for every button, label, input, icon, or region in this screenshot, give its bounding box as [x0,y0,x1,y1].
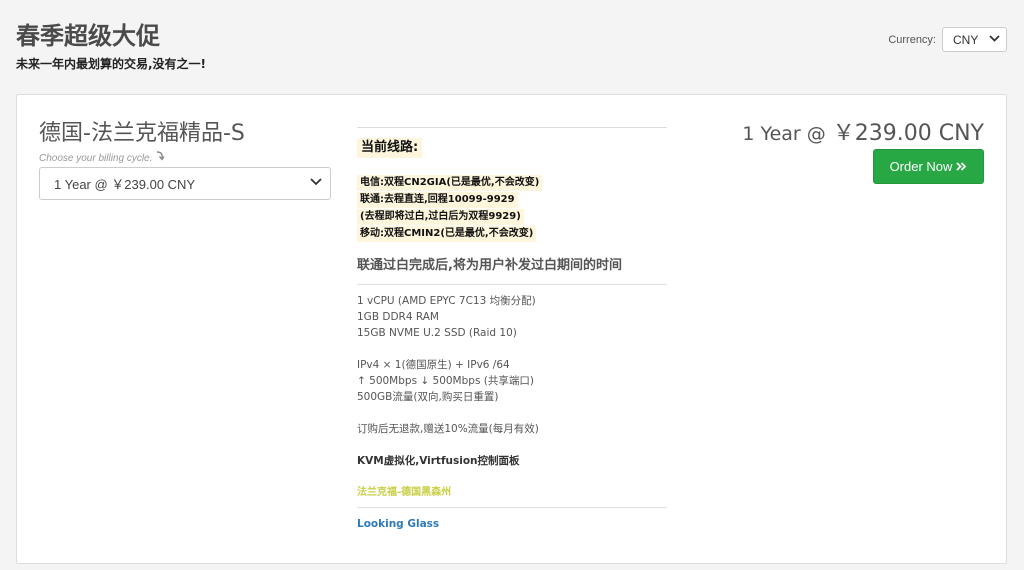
route-line: 电信:双程CN2GIA(已是最优,不会改变) [357,175,543,191]
product-card: 德国-法兰克福精品-S Choose your billing cycle. 1… [16,94,1007,564]
order-now-label: Order Now [889,159,953,174]
route-lines: 电信:双程CN2GIA(已是最优,不会改变) 联通:去程直连,回程10099-9… [357,174,667,242]
virtualization-note: KVM虚拟化,Virtfusion控制面板 [357,455,520,467]
spec-cpu: 1 vCPU (AMD EPYC 7C13 均衡分配) [357,295,536,307]
spec-ram: 1GB DDR4 RAM [357,311,439,323]
chevron-down-icon [989,34,1000,45]
route-line: (去程即将过白,过白后为双程9929) [357,209,524,225]
specs: 1 vCPU (AMD EPYC 7C13 均衡分配) 1GB DDR4 RAM… [357,284,667,501]
page-title: 春季超级大促 [16,22,160,50]
spec-traffic: 500GB流量(双向,购买日重置) [357,391,499,403]
chevron-down-icon [310,178,322,189]
price-display: 1 Year @ ￥239.00 CNY [742,115,984,147]
page-subtitle: 未来一年内最划算的交易,没有之一! [16,57,207,71]
refund-note: 订购后无退款,赠送10%流量(每月有效) [357,423,539,435]
product-name: 德国-法兰克福精品-S [39,121,245,146]
billing-cycle-value: 1 Year @ ￥239.00 CNY [54,177,196,192]
location-label: 法兰克福-德国黑森州 [357,487,452,498]
whitelist-notice: 联通过白完成后,将为用户补发过白期间的时间 [357,258,622,273]
spec-ip: IPv4 × 1(德国原生) + IPv6 /64 [357,359,510,371]
billing-hint: Choose your billing cycle. [39,151,165,164]
double-chevron-right-icon [956,159,967,174]
currency-select[interactable]: CNY [942,27,1007,52]
route-line: 联通:去程直连,回程10099-9929 [357,192,518,208]
currency-value: CNY [953,32,979,47]
curved-arrow-down-icon [155,151,165,164]
currency-selector: Currency: CNY [888,27,1007,52]
route-heading: 当前线路: [357,138,423,158]
price-amount: ￥239.00 CNY [832,121,984,146]
billing-hint-text: Choose your billing cycle. [39,153,153,164]
route-line: 移动:双程CMIN2(已是最优,不会改变) [357,226,537,242]
spec-bandwidth: ↑ 500Mbps ↓ 500Mbps (共享端口) [357,375,534,387]
price-period: 1 Year @ [742,123,826,145]
divider [357,127,667,128]
currency-label: Currency: [888,33,936,46]
looking-glass-section: Looking Glass [357,507,667,532]
looking-glass-link[interactable]: Looking Glass [357,518,439,530]
spec-disk: 15GB NVME U.2 SSD (Raid 10) [357,327,517,339]
product-description: 当前线路: 电信:双程CN2GIA(已是最优,不会改变) 联通:去程直连,回程1… [357,127,667,532]
order-now-button[interactable]: Order Now [873,149,984,184]
billing-cycle-select[interactable]: 1 Year @ ￥239.00 CNY [39,167,331,200]
